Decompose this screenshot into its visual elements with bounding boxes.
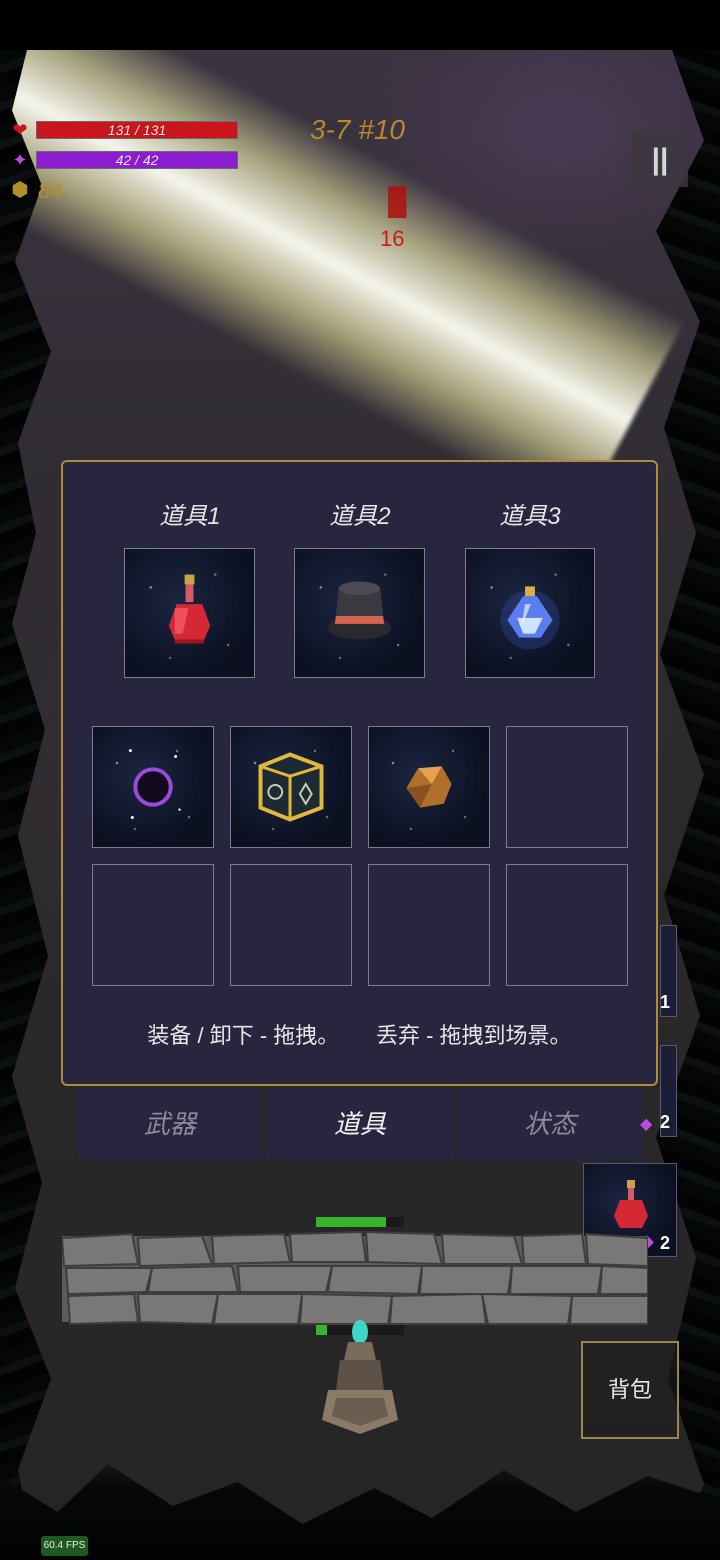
inventory-slot-6[interactable] [230, 864, 352, 986]
rune-cube-icon [258, 752, 324, 822]
mp-bar: 42 / 42 [36, 151, 238, 169]
crystal-tower [322, 1320, 398, 1434]
mana-gem-icon: ✦ [12, 150, 28, 170]
inventory-slot-8[interactable] [506, 864, 628, 986]
pause-button[interactable]: || [632, 133, 688, 187]
inventory-slot-4[interactable] [506, 726, 628, 848]
inventory-hint: 装备 / 卸下 - 拖拽。 丢弃 - 拖拽到场景。 [61, 1018, 658, 1050]
inventory-slot-3[interactable] [368, 726, 490, 848]
red-potion-icon [614, 1180, 648, 1228]
wall-hp-bar [316, 1217, 404, 1227]
quick-slot-1-count: 1 [660, 992, 671, 1012]
equip-slot-3[interactable] [465, 548, 595, 678]
red-potion-icon [168, 574, 211, 644]
damage-number-stack: █ [388, 186, 407, 216]
tab-weapons[interactable]: 武器 [77, 1088, 263, 1160]
equip-slot-label-2: 道具2 [329, 503, 391, 530]
equip-slot-2[interactable] [294, 548, 425, 678]
inventory-slot-5[interactable] [92, 864, 214, 986]
quick-slot-2-count: 2 [660, 1112, 671, 1132]
foliage-bottom [0, 1464, 720, 1560]
equip-slot-label-1: 道具1 [159, 503, 221, 530]
tab-items[interactable]: 道具 [267, 1088, 453, 1160]
blue-potion-icon [500, 586, 560, 650]
inventory-slot-2[interactable] [230, 726, 352, 848]
hint-discard: 丢弃 - 拖拽到场景。 [376, 1023, 572, 1048]
foliage-left [0, 50, 51, 1560]
amber-gem-icon [406, 766, 452, 808]
fps-counter: 60.4 FPS [41, 1536, 88, 1556]
top-hat-icon [327, 581, 392, 640]
quick-slot-3-count: 2 [659, 1233, 670, 1253]
inventory-slot-7[interactable] [368, 864, 490, 986]
stone-wall [62, 1230, 648, 1326]
equip-slot-1[interactable] [124, 548, 255, 678]
gold-coin-icon: ⬢ [11, 179, 29, 201]
equip-slot-label-3: 道具3 [499, 503, 561, 530]
gem-icon: ◆ [640, 1116, 653, 1133]
dark-ring-icon [128, 749, 181, 819]
wall-hp-fill [316, 1217, 387, 1227]
inventory-slot-1[interactable] [92, 726, 214, 848]
wave-label: 3-7 #10 [310, 114, 405, 145]
damage-number: 16 [380, 226, 405, 251]
bag-button[interactable]: 背包 [581, 1341, 679, 1439]
pause-icon: || [651, 143, 669, 176]
hint-equip: 装备 / 卸下 - 拖拽。 [147, 1023, 340, 1048]
tab-status[interactable]: 状态 [457, 1088, 643, 1160]
hp-bar: 131 / 131 [36, 121, 238, 139]
gold-amount: 84 [38, 178, 63, 203]
heart-icon: ❤ [12, 120, 28, 140]
